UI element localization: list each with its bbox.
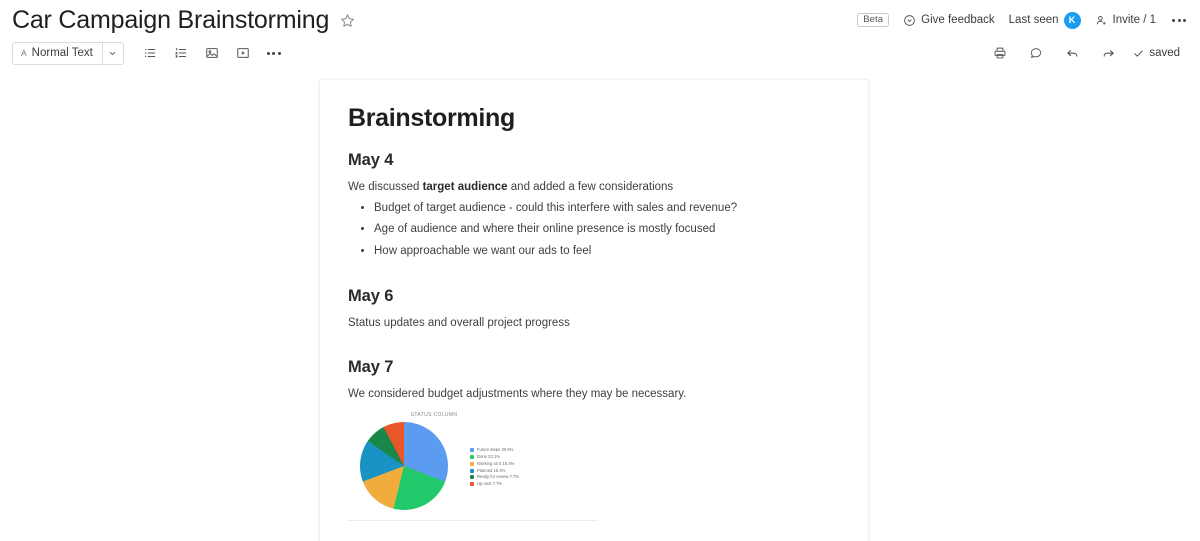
pie-chart[interactable]: [360, 422, 448, 511]
legend-swatch: [470, 455, 474, 460]
document-page[interactable]: Brainstorming May 4 We discussed target …: [320, 80, 868, 541]
saved-status: saved: [1133, 47, 1180, 59]
legend-item: Up next 7.7%: [470, 481, 519, 487]
print-icon[interactable]: [989, 42, 1011, 64]
give-feedback-label: Give feedback: [921, 14, 995, 26]
toolbar-actions-group: saved: [989, 42, 1188, 64]
title-bar-actions: Beta Give feedback Last seen K Invite / …: [857, 8, 1188, 29]
intro-text-bold: target audience: [422, 181, 508, 193]
person-add-icon: [1096, 15, 1106, 25]
numbered-list-icon[interactable]: [170, 42, 192, 64]
check-icon: [1134, 50, 1143, 57]
legend-swatch: [470, 448, 474, 453]
section-heading: May 7: [348, 357, 394, 376]
title-bar: Car Campaign Brainstorming Beta Give fee…: [0, 0, 1200, 36]
section-heading: May 4: [348, 151, 394, 169]
legend-label: Future steps 30.8%: [477, 447, 514, 453]
legend-item: Done 23.1%: [470, 453, 519, 460]
text-style-glyph: A: [21, 48, 27, 58]
saved-label: saved: [1149, 47, 1180, 59]
chart-legend: Future steps 30.8% Done 23.1% Working on i…: [470, 446, 520, 487]
intro-text-after: and added a few considerations: [507, 181, 674, 193]
legend-swatch: [470, 468, 474, 473]
invite-button[interactable]: Invite / 1: [1095, 14, 1156, 27]
legend-item: Future steps 30.8%: [470, 447, 519, 453]
comment-icon[interactable]: [1025, 42, 1047, 64]
list-item: How approachable we want our ads to feel: [374, 243, 828, 260]
star-icon[interactable]: [340, 8, 355, 28]
avatar[interactable]: K: [1063, 11, 1081, 29]
text-style-dropdown[interactable]: A Normal Text: [12, 41, 124, 65]
legend-swatch: [470, 461, 474, 466]
section-heading: May 6: [348, 286, 394, 305]
bulleted-list-icon[interactable]: [139, 42, 161, 64]
document-heading: Brainstorming: [348, 104, 515, 132]
legend-label: Up next 7.7%: [477, 481, 503, 487]
invite-label: Invite / 1: [1112, 14, 1156, 26]
legend-label: Working on it 15.4%: [477, 460, 515, 466]
legend-label: Ready for review 7.7%: [477, 474, 520, 480]
legend-item: Ready for review 7.7%: [470, 474, 520, 480]
last-seen[interactable]: Last seen K: [1008, 11, 1081, 29]
section-paragraph: Status updates and overall project progr…: [348, 316, 570, 329]
legend-label: Planned 15.4%: [477, 467, 506, 473]
legend-item: Planned 15.4%: [470, 467, 519, 473]
list-item: Age of audience and where their online p…: [374, 221, 828, 238]
undo-icon[interactable]: [1061, 42, 1083, 64]
legend-swatch: [470, 475, 474, 480]
bullet-list: Budget of target audience - could this i…: [374, 200, 828, 261]
more-options-icon[interactable]: [1170, 15, 1188, 26]
formatting-toolbar: A Normal Text saved: [0, 38, 1200, 68]
section-intro: We discussed target audience and added a…: [348, 179, 828, 196]
page-title[interactable]: Car Campaign Brainstorming: [12, 4, 329, 33]
more-formatting-icon[interactable]: [263, 42, 285, 64]
give-feedback-button[interactable]: Give feedback: [903, 14, 995, 27]
embedded-chart-widget[interactable]: STATUS COLUMN Future steps 30.8% Done 23.…: [348, 412, 598, 522]
section-paragraph: We considered budget adjustments where t…: [348, 387, 687, 400]
intro-text-before: We discussed: [348, 181, 423, 193]
legend-label: Done 23.1%: [477, 453, 501, 459]
redo-icon[interactable]: [1097, 42, 1119, 64]
document-canvas: Brainstorming May 4 We discussed target …: [0, 68, 1200, 541]
text-style-label: Normal Text: [31, 47, 93, 59]
text-style-current: A Normal Text: [13, 43, 102, 64]
video-icon[interactable]: [232, 42, 254, 64]
last-seen-label: Last seen: [1008, 14, 1059, 26]
feedback-icon: [904, 14, 915, 26]
legend-item: Working on it 15.4%: [470, 460, 519, 466]
legend-swatch: [470, 482, 474, 487]
chart-body: Future steps 30.8% Done 23.1% Working on i…: [348, 422, 598, 511]
chevron-down-icon[interactable]: [101, 42, 123, 64]
list-item: Budget of target audience - could this i…: [374, 200, 828, 217]
status-badge: Beta: [857, 12, 890, 28]
image-icon[interactable]: [201, 42, 223, 64]
chart-title: STATUS COLUMN: [410, 412, 458, 419]
toolbar-insert-group: [139, 42, 285, 64]
